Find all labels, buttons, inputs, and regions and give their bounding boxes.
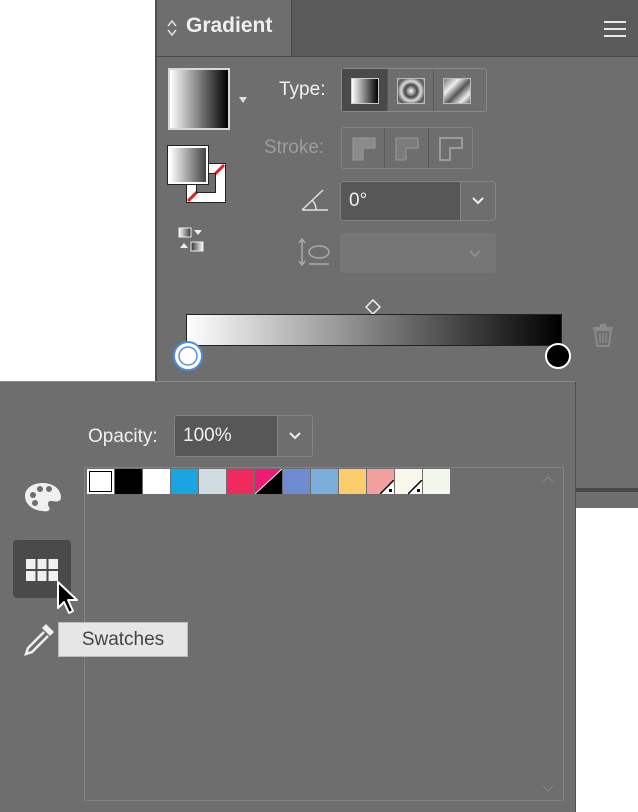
freeform-gradient-button[interactable]	[434, 69, 480, 111]
scroll-up-icon[interactable]	[541, 474, 555, 484]
swatch-magenta-red[interactable]	[227, 469, 254, 494]
black-color-stop[interactable]	[544, 342, 572, 370]
reverse-gradient-icon[interactable]	[176, 226, 210, 254]
panel-menu-icon[interactable]	[604, 21, 626, 37]
angle-dropdown[interactable]: 0°	[340, 181, 496, 221]
swatch-white[interactable]	[143, 469, 170, 494]
tab-gradient[interactable]: Gradient	[157, 0, 292, 56]
angle-value[interactable]: 0°	[340, 181, 460, 221]
mouse-cursor-icon	[57, 581, 78, 614]
scroll-down-icon[interactable]	[541, 784, 555, 794]
swatch-salmon-global[interactable]	[367, 469, 394, 494]
aspect-ratio-icon	[298, 237, 330, 267]
stroke-within-button[interactable]	[342, 128, 386, 168]
eyedropper-icon[interactable]	[22, 620, 58, 656]
linear-gradient-button[interactable]	[342, 69, 388, 111]
white-color-stop[interactable]	[172, 340, 204, 372]
stroke-along-icon	[395, 137, 419, 161]
aspect-ratio-dropdown[interactable]	[340, 233, 496, 273]
swatches-tooltip: Swatches	[58, 622, 188, 657]
chevron-down-icon	[289, 432, 301, 440]
swatches-panel: Opacity: 100%	[0, 381, 576, 812]
swatch-pink-global[interactable]	[255, 469, 282, 494]
stroke-along-button[interactable]	[385, 128, 429, 168]
type-label: Type:	[279, 79, 326, 100]
gradient-slider-bar[interactable]	[186, 314, 562, 346]
swatch-sky-blue[interactable]	[311, 469, 338, 494]
swatch-mint-white[interactable]	[423, 469, 450, 494]
gradient-type-group	[341, 68, 487, 112]
swatches-grid-icon	[26, 559, 58, 581]
swatch-light-gray-blue[interactable]	[199, 469, 226, 494]
fill-swatch[interactable]	[167, 145, 209, 185]
chevron-down-icon	[469, 250, 481, 258]
opacity-value[interactable]: 100%	[174, 415, 277, 457]
swatch-cyan[interactable]	[171, 469, 198, 494]
swatch-periwinkle[interactable]	[283, 469, 310, 494]
stroke-gradient-group	[341, 127, 473, 169]
angle-dropdown-button[interactable]	[460, 181, 496, 221]
opacity-label: Opacity:	[88, 426, 158, 447]
midpoint-diamond-icon[interactable]	[365, 299, 381, 315]
gradient-preview[interactable]	[168, 68, 230, 130]
opacity-dropdown-button[interactable]	[277, 415, 313, 457]
swatch-yellow-orange[interactable]	[339, 469, 366, 494]
swatch-black[interactable]	[115, 469, 142, 494]
preview-dropdown-arrow-icon[interactable]	[237, 95, 249, 105]
opacity-dropdown[interactable]: 100%	[174, 415, 313, 457]
chevron-down-icon	[472, 197, 484, 205]
stroke-label: Stroke:	[264, 137, 325, 158]
expand-collapse-icon[interactable]	[165, 17, 179, 39]
stroke-across-icon	[438, 137, 463, 161]
angle-icon	[301, 189, 328, 211]
stroke-within-icon	[352, 137, 376, 161]
trash-icon[interactable]	[591, 322, 615, 348]
swatch-cream-global[interactable]	[395, 469, 422, 494]
stroke-across-button[interactable]	[429, 128, 472, 168]
panel-header: Gradient	[157, 0, 638, 57]
swatch-none[interactable]	[87, 469, 114, 494]
panel-title: Gradient	[186, 14, 273, 37]
radial-gradient-button[interactable]	[388, 69, 434, 111]
color-palette-icon[interactable]	[23, 480, 63, 514]
